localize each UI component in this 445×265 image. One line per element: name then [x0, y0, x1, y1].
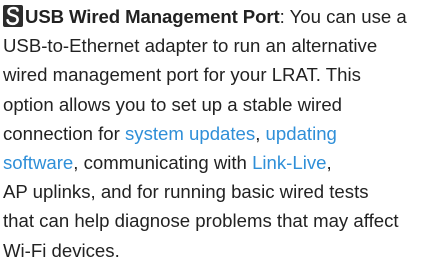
paragraph-line-9: Wi-Fi devices. — [3, 239, 120, 261]
paragraph-line-5: connection for system updates, updating — [3, 119, 445, 148]
section-title: USB Wired Management Port — [25, 6, 280, 27]
updating-software-link-part-2[interactable]: software — [3, 152, 73, 173]
paragraph-line-4: option allows you to set up a stable wir… — [3, 93, 343, 115]
paragraph-line-7: AP uplinks, and for running basic wired … — [3, 181, 369, 203]
line-6-comma: , — [326, 151, 332, 173]
paragraph-line-6: software, communicating with Link-Live, — [3, 148, 445, 177]
line-6-text: , communicating with — [73, 151, 253, 173]
system-updates-link[interactable]: system updates — [125, 123, 255, 144]
paragraph-line-8: that can help diagnose problems that may… — [3, 210, 399, 232]
paragraph-line-3: wired management port for your LRAT. Thi… — [3, 64, 361, 86]
paragraph-line-1: USB Wired Management Port: You can use a — [3, 2, 445, 31]
paragraph-line-2: USB-to-Ethernet adapter to run an altern… — [3, 35, 378, 57]
line-5-text: connection for — [3, 122, 125, 144]
link-separator: , — [255, 122, 266, 144]
updating-software-link-part-1[interactable]: updating — [266, 123, 337, 144]
line-1-text: You can use a — [284, 6, 407, 27]
usb-management-port-paragraph: USB Wired Management Port: You can use a… — [3, 2, 445, 265]
usb-port-icon — [3, 5, 23, 27]
link-live-link[interactable]: Link-Live — [252, 152, 326, 173]
